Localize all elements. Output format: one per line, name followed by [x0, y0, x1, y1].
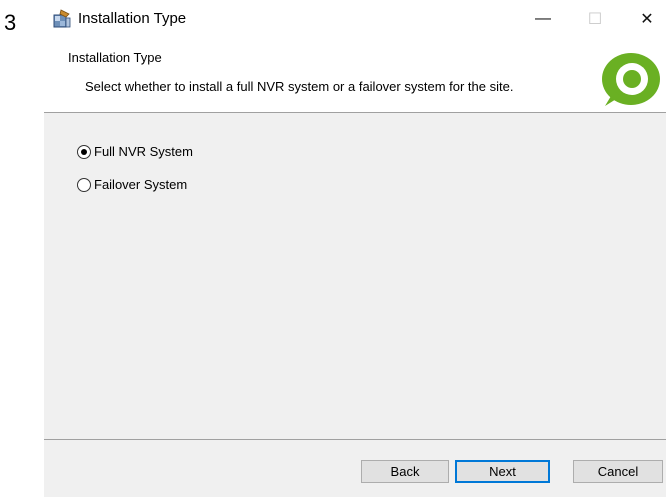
- page-description: Select whether to install a full NVR sys…: [85, 79, 514, 94]
- header-banner: Installation Type Select whether to inst…: [44, 38, 666, 112]
- step-number: 3: [4, 10, 17, 35]
- radio-label-failover: Failover System: [94, 177, 188, 192]
- cancel-button[interactable]: Cancel: [573, 460, 663, 483]
- next-button[interactable]: Next: [455, 460, 550, 483]
- page-title: Installation Type: [68, 50, 162, 65]
- maximize-icon: ☐: [587, 11, 603, 28]
- installer-package-icon: [52, 9, 72, 29]
- radio-failover[interactable]: Failover System: [77, 177, 187, 192]
- close-icon: ✕: [640, 11, 654, 28]
- back-button[interactable]: Back: [361, 460, 449, 483]
- minimize-icon: —: [535, 10, 551, 27]
- window-title: Installation Type: [78, 10, 187, 27]
- radio-label-full-nvr: Full NVR System: [94, 144, 193, 159]
- radio-full-nvr[interactable]: Full NVR System: [77, 144, 193, 159]
- radio-button-unselected[interactable]: [77, 177, 91, 192]
- title-bar[interactable]: Installation Type — ☐ ✕: [44, 0, 666, 38]
- options-panel: Full NVR System Failover System: [44, 113, 666, 439]
- radio-button-selected[interactable]: [77, 144, 91, 159]
- close-button[interactable]: ✕: [624, 0, 666, 38]
- maximize-button[interactable]: ☐: [572, 0, 618, 38]
- button-bar: Back Next Cancel: [44, 440, 666, 497]
- eye-logo-icon: [601, 51, 661, 107]
- radio-dot-icon: [81, 148, 87, 155]
- installer-window: Installation Type — ☐ ✕ Installation Typ…: [44, 0, 666, 497]
- minimize-button[interactable]: —: [520, 0, 566, 38]
